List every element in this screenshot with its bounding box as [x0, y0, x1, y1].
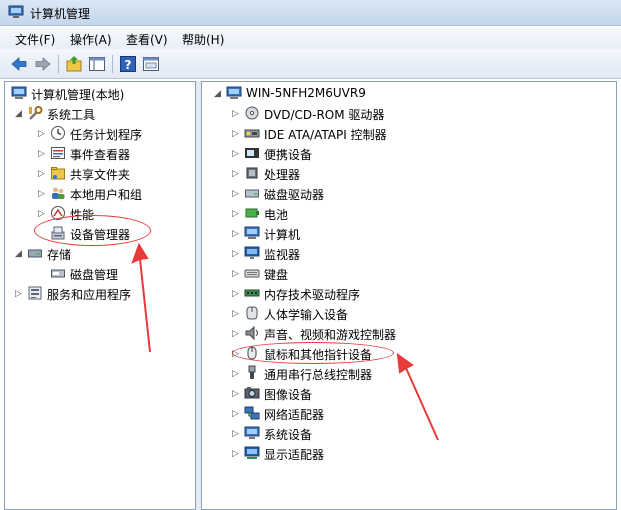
annotation-arrow [131, 242, 151, 353]
annotation-arrows [131, 242, 439, 441]
annotation-arrow [396, 352, 439, 441]
